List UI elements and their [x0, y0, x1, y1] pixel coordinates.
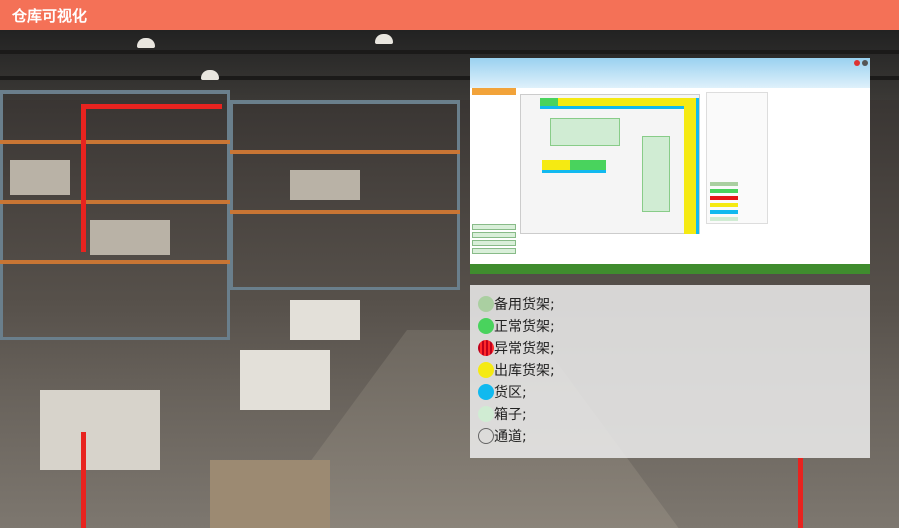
legend-item-normal-shelf: 正常货架; [478, 315, 870, 337]
thumbnail-zone-blue [540, 106, 690, 109]
aisle-swatch-icon [478, 428, 494, 444]
thumbnail-legend-swatch [710, 196, 738, 200]
warehouse-map-thumbnail[interactable] [470, 58, 870, 274]
rack-shelf [230, 150, 460, 154]
legend-item-box: 箱子; [478, 403, 870, 425]
roof-beam [0, 50, 899, 54]
thumbnail-legend-swatch [710, 203, 738, 207]
thumbnail-nav-item [472, 224, 516, 230]
legend-label: 货区; [494, 385, 527, 401]
thumbnail-zone-column [696, 98, 699, 234]
app-header: 仓库可视化 [0, 0, 899, 30]
thumbnail-legend-swatch [710, 217, 738, 221]
legend-label: 异常货架; [494, 341, 555, 357]
legend-label: 出库货架; [494, 363, 555, 379]
page-title: 仓库可视化 [12, 7, 88, 25]
thumbnail-nav-header [472, 88, 516, 95]
thumbnail-legend-swatch [710, 189, 738, 193]
legend-label: 箱子; [494, 407, 527, 423]
legend-item-spare-shelf: 备用货架; [478, 293, 870, 315]
corner-marker-bottom-right [798, 458, 803, 528]
thumbnail-close-icon [854, 60, 860, 66]
thumbnail-nav-item [472, 248, 516, 254]
thumbnail-zone-blue [542, 170, 606, 173]
legend-label: 正常货架; [494, 319, 555, 335]
thumbnail-nav-item [472, 232, 516, 238]
thumbnail-legend-swatch [710, 182, 738, 186]
thumbnail-status-bar [470, 264, 870, 274]
legend-item-outbound-shelf: 出库货架; [478, 359, 870, 381]
spare-shelf-swatch-icon [478, 296, 494, 312]
packing-station [240, 350, 330, 410]
legend-item-abnormal-shelf: 异常货架; [478, 337, 870, 359]
thumbnail-box-block [550, 118, 620, 146]
cargo-zone-swatch-icon [478, 384, 494, 400]
ceiling-lamp-icon [375, 34, 393, 44]
thumbnail-nav-item [472, 240, 516, 246]
stock-box [90, 220, 170, 255]
thumbnail-legend-swatch [710, 210, 738, 214]
thumbnail-minimize-icon [862, 60, 868, 66]
legend-label: 备用货架; [494, 297, 555, 313]
thumbnail-sky-banner [470, 58, 870, 88]
rack-shelf [0, 200, 230, 204]
normal-shelf-swatch-icon [478, 318, 494, 334]
rack-shelf [0, 140, 230, 144]
thumbnail-shelf-column [684, 98, 696, 234]
legend-label: 通道; [494, 429, 527, 445]
shelf-legend-panel: 备用货架; 正常货架; 异常货架; 出库货架; 货区; 箱子; 通道; [470, 285, 870, 458]
thumbnail-box-block [642, 136, 670, 212]
packing-station [40, 390, 160, 470]
thumbnail-shelf-green [540, 98, 558, 106]
rack-shelf [230, 210, 460, 214]
stock-box [290, 170, 360, 200]
thumbnail-shelf-yellow [540, 98, 690, 106]
abnormal-shelf-swatch-icon [478, 340, 494, 356]
rack-shelf [0, 260, 230, 264]
outbound-shelf-swatch-icon [478, 362, 494, 378]
box-swatch-icon [478, 406, 494, 422]
packing-station [290, 300, 360, 340]
stock-box [10, 160, 70, 195]
cardboard-boxes [210, 460, 330, 528]
corner-marker-bottom-left [81, 432, 86, 528]
legend-item-cargo-zone: 货区; [478, 381, 870, 403]
legend-item-aisle: 通道; [478, 425, 870, 447]
corner-marker-left [81, 104, 86, 252]
storage-rack [0, 90, 230, 340]
thumbnail-shelf-green [570, 160, 606, 170]
corner-marker-top [81, 104, 222, 109]
ceiling-lamp-icon [201, 70, 219, 80]
ceiling-lamp-icon [137, 38, 155, 48]
